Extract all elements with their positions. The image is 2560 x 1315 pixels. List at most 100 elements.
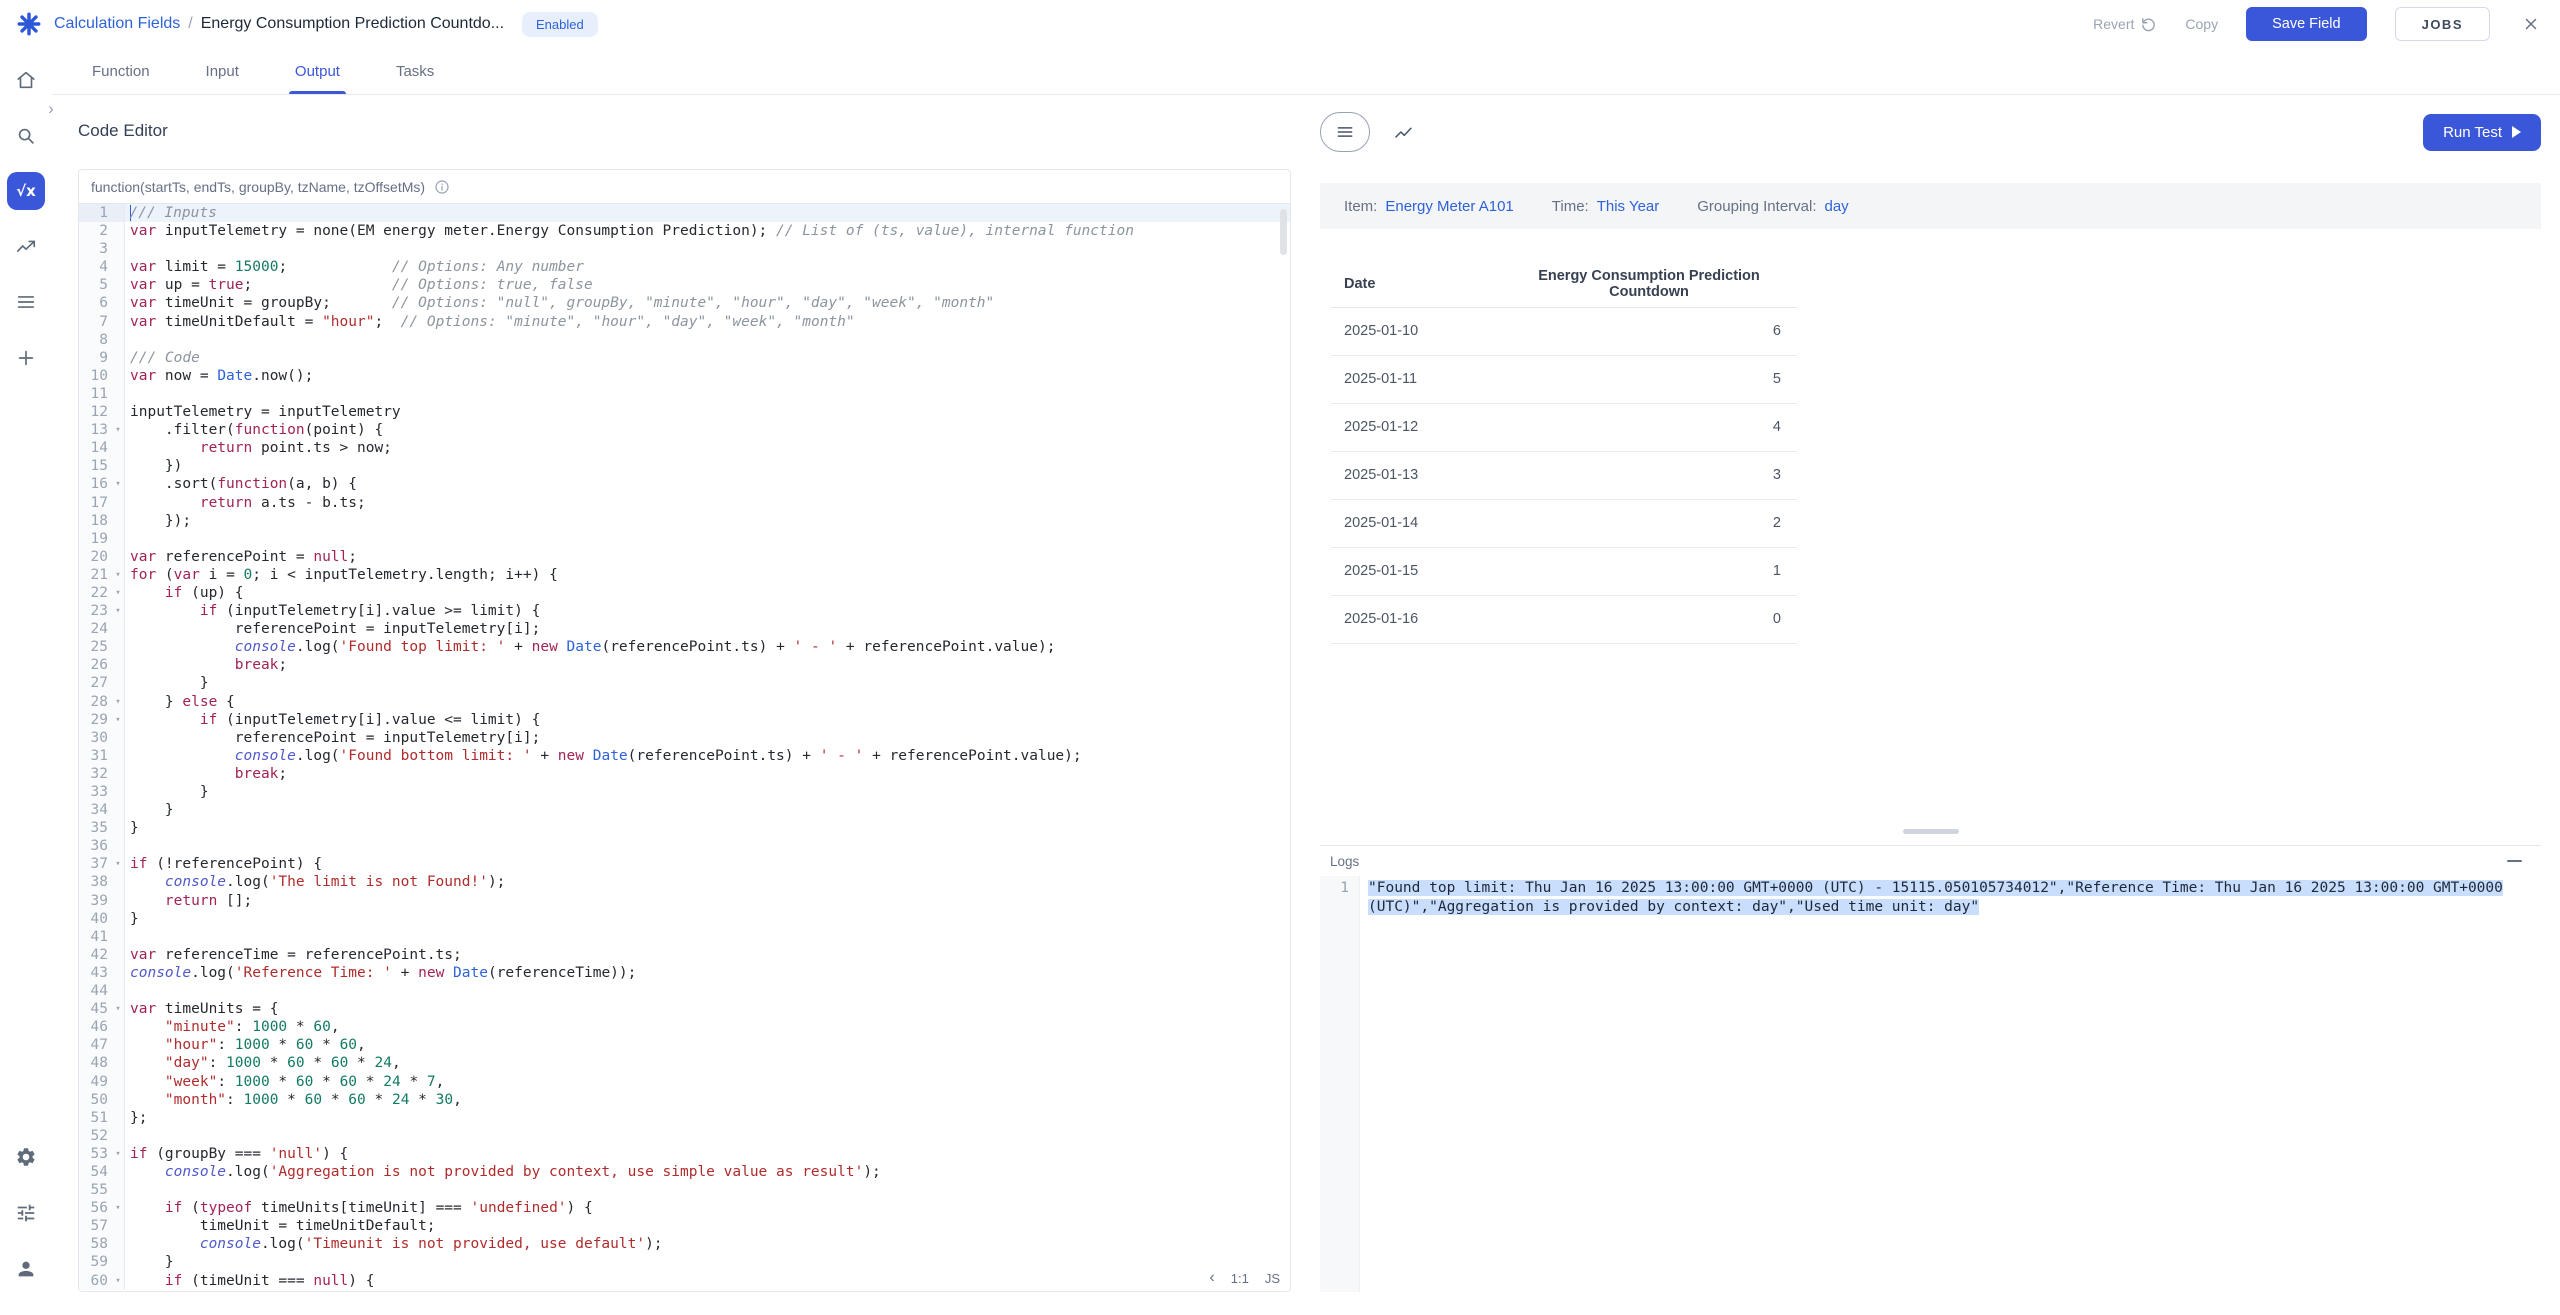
code-line[interactable]: 53▾if (groupBy === 'null') {: [79, 1145, 1290, 1163]
code-line[interactable]: 30 referencePoint = inputTelemetry[i];: [79, 729, 1290, 747]
table-view-toggle[interactable]: [1320, 112, 1370, 152]
sidebar-item-account[interactable]: [6, 1249, 46, 1289]
code-line[interactable]: 50 "month": 1000 * 60 * 60 * 24 * 30,: [79, 1091, 1290, 1109]
fold-toggle-icon[interactable]: ▾: [112, 711, 125, 729]
code-line[interactable]: 25 console.log('Found top limit: ' + new…: [79, 638, 1290, 656]
sidebar-item-search[interactable]: [6, 116, 46, 156]
code-line[interactable]: 44: [79, 982, 1290, 1000]
code-line[interactable]: 58 console.log('Timeunit is not provided…: [79, 1235, 1290, 1253]
revert-button[interactable]: Revert: [2093, 16, 2157, 33]
code-line[interactable]: 2var inputTelemetry = none(EM energy met…: [79, 222, 1290, 240]
code-line[interactable]: 55: [79, 1181, 1290, 1199]
copy-button[interactable]: Copy: [2185, 16, 2218, 32]
tab-function[interactable]: Function: [64, 48, 178, 94]
fold-toggle-icon[interactable]: ▾: [112, 421, 125, 439]
context-value[interactable]: day: [1825, 198, 1849, 215]
code-line[interactable]: 21▾for (var i = 0; i < inputTelemetry.le…: [79, 566, 1290, 584]
code-line[interactable]: 29▾ if (inputTelemetry[i].value <= limit…: [79, 711, 1290, 729]
code-line[interactable]: 4var limit = 15000; // Options: Any numb…: [79, 258, 1290, 276]
jobs-button[interactable]: JOBS: [2395, 7, 2490, 41]
code-line[interactable]: 8: [79, 331, 1290, 349]
code-line[interactable]: 39 return [];: [79, 892, 1290, 910]
sidebar-item-add[interactable]: [6, 338, 46, 378]
code-line[interactable]: 26 break;: [79, 656, 1290, 674]
code-line[interactable]: 18 });: [79, 512, 1290, 530]
code-line[interactable]: 3: [79, 240, 1290, 258]
code-line[interactable]: 9/// Code: [79, 349, 1290, 367]
panel-resize-handle[interactable]: [1903, 829, 1959, 834]
collapse-panel-icon[interactable]: ‹: [1209, 1269, 1214, 1287]
fold-toggle-icon[interactable]: ▾: [112, 855, 125, 873]
tab-tasks[interactable]: Tasks: [368, 48, 462, 94]
code-line[interactable]: 34 }: [79, 801, 1290, 819]
fold-toggle-icon[interactable]: ▾: [112, 602, 125, 620]
fold-toggle-icon[interactable]: ▾: [112, 1199, 125, 1217]
code-line[interactable]: 5var up = true; // Options: true, false: [79, 276, 1290, 294]
code-line[interactable]: 43console.log('Reference Time: ' + new D…: [79, 964, 1290, 982]
code-line[interactable]: 57 timeUnit = timeUnitDefault;: [79, 1217, 1290, 1235]
code-line[interactable]: 32 break;: [79, 765, 1290, 783]
code-line[interactable]: 13▾ .filter(function(point) {: [79, 421, 1290, 439]
fold-toggle-icon[interactable]: ▾: [112, 1000, 125, 1018]
fold-toggle-icon[interactable]: ▾: [112, 566, 125, 584]
code-line[interactable]: 51};: [79, 1109, 1290, 1127]
sidebar-item-home[interactable]: [6, 60, 46, 100]
fold-toggle-icon[interactable]: ▾: [112, 475, 125, 493]
code-line[interactable]: 22▾ if (up) {: [79, 584, 1290, 602]
sidebar-expand-button[interactable]: ›: [40, 98, 62, 120]
sidebar-item-tune[interactable]: [6, 1193, 46, 1233]
code-line[interactable]: 31 console.log('Found bottom limit: ' + …: [79, 747, 1290, 765]
code-line[interactable]: 12inputTelemetry = inputTelemetry: [79, 403, 1290, 421]
code-line[interactable]: 6var timeUnit = groupBy; // Options: "nu…: [79, 294, 1290, 312]
run-test-button[interactable]: Run Test: [2423, 114, 2541, 151]
fold-toggle-icon[interactable]: ▾: [112, 693, 125, 711]
context-value[interactable]: This Year: [1597, 198, 1660, 215]
sidebar-item-calculated-fields[interactable]: √x: [7, 172, 45, 210]
scrollbar-thumb[interactable]: [1280, 209, 1287, 255]
code-area[interactable]: 1/// Inputs2var inputTelemetry = none(EM…: [79, 204, 1290, 1291]
code-line[interactable]: 56▾ if (typeof timeUnits[timeUnit] === '…: [79, 1199, 1290, 1217]
code-line[interactable]: 10var now = Date.now();: [79, 367, 1290, 385]
close-icon[interactable]: [2522, 15, 2540, 33]
code-line[interactable]: 14 return point.ts > now;: [79, 439, 1290, 457]
code-line[interactable]: 40}: [79, 910, 1290, 928]
info-icon[interactable]: [434, 179, 450, 195]
breadcrumb-link-calculation-fields[interactable]: Calculation Fields: [54, 15, 180, 33]
code-line[interactable]: 16▾ .sort(function(a, b) {: [79, 475, 1290, 493]
code-line[interactable]: 49 "week": 1000 * 60 * 60 * 24 * 7,: [79, 1073, 1290, 1091]
tab-output[interactable]: Output: [267, 48, 368, 94]
code-line[interactable]: 20var referencePoint = null;: [79, 548, 1290, 566]
tab-input[interactable]: Input: [178, 48, 267, 94]
sidebar-item-trending[interactable]: [6, 226, 46, 266]
code-line[interactable]: 59 }: [79, 1253, 1290, 1271]
code-line[interactable]: 54 console.log('Aggregation is not provi…: [79, 1163, 1290, 1181]
code-line[interactable]: 23▾ if (inputTelemetry[i].value >= limit…: [79, 602, 1290, 620]
code-line[interactable]: 45▾var timeUnits = {: [79, 1000, 1290, 1018]
fold-toggle-icon[interactable]: ▾: [112, 1272, 125, 1290]
save-field-button[interactable]: Save Field: [2246, 7, 2367, 41]
code-line[interactable]: 27 }: [79, 674, 1290, 692]
code-line[interactable]: 48 "day": 1000 * 60 * 60 * 24,: [79, 1054, 1290, 1072]
code-line[interactable]: 47 "hour": 1000 * 60 * 60,: [79, 1036, 1290, 1054]
code-line[interactable]: 24 referencePoint = inputTelemetry[i];: [79, 620, 1290, 638]
code-line[interactable]: 17 return a.ts - b.ts;: [79, 494, 1290, 512]
code-line[interactable]: 19: [79, 530, 1290, 548]
chart-view-toggle[interactable]: [1378, 112, 1428, 152]
code-line[interactable]: 33 }: [79, 783, 1290, 801]
sidebar-item-list[interactable]: [6, 282, 46, 322]
code-line[interactable]: 36: [79, 837, 1290, 855]
code-line[interactable]: 37▾if (!referencePoint) {: [79, 855, 1290, 873]
fold-toggle-icon[interactable]: ▾: [112, 1145, 125, 1163]
code-line[interactable]: 38 console.log('The limit is not Found!'…: [79, 873, 1290, 891]
code-line[interactable]: 11: [79, 385, 1290, 403]
code-line[interactable]: 35}: [79, 819, 1290, 837]
code-line[interactable]: 60▾ if (timeUnit === null) {: [79, 1272, 1290, 1290]
minimize-logs-button[interactable]: [2505, 854, 2523, 868]
code-line[interactable]: 42var referenceTime = referencePoint.ts;: [79, 946, 1290, 964]
code-line[interactable]: 7var timeUnitDefault = "hour"; // Option…: [79, 313, 1290, 331]
fold-toggle-icon[interactable]: ▾: [112, 584, 125, 602]
code-line[interactable]: 52: [79, 1127, 1290, 1145]
code-line[interactable]: 15 }): [79, 457, 1290, 475]
app-logo-icon[interactable]: [14, 9, 44, 39]
context-value[interactable]: Energy Meter A101: [1385, 198, 1513, 215]
